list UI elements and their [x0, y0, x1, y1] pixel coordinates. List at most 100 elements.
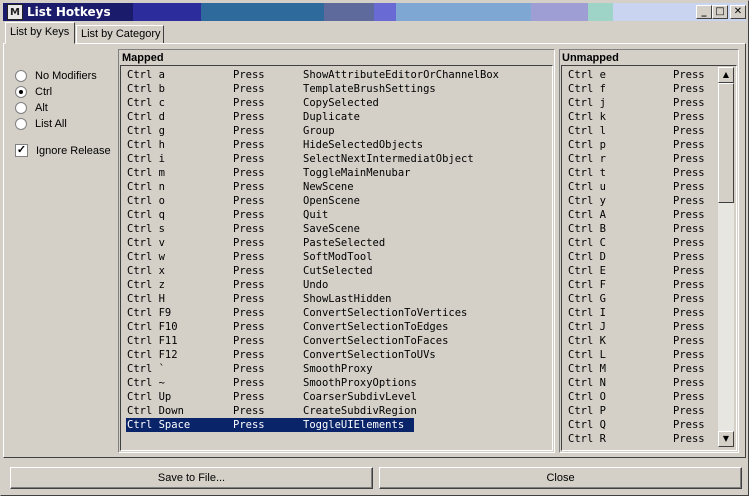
radio-ctrl[interactable]: Ctrl [15, 86, 52, 98]
row-command: Group [303, 125, 335, 137]
row-key: Ctrl l [568, 125, 606, 137]
radio-button[interactable] [15, 70, 27, 82]
row-key: Ctrl w [127, 251, 165, 263]
row-action: Press [673, 237, 705, 249]
row-key: Ctrl ` [127, 363, 165, 375]
row-action: Press [233, 391, 265, 403]
row-key: Ctrl B [568, 223, 606, 235]
row-command: NewScene [303, 181, 354, 193]
titlebar-segment [133, 3, 201, 21]
row-key: Ctrl b [127, 83, 165, 95]
row-key: Ctrl A [568, 209, 606, 221]
unmapped-list[interactable]: Ctrl e Press Ctrl f Press Ctrl j Press Ctrl k P… [561, 65, 737, 451]
radio-label: Ctrl [35, 86, 53, 98]
row-key: Ctrl Space [127, 419, 191, 431]
tab-list-by-category[interactable]: List by Category [76, 25, 164, 44]
row-key: Ctrl q [127, 209, 165, 221]
checkbox[interactable]: ✓ [15, 144, 28, 157]
radio-no-modifiers[interactable]: No Modifiers [15, 70, 97, 82]
row-action: Press [233, 237, 265, 249]
scroll-down-arrow-icon[interactable]: ▼ [718, 431, 734, 447]
scrollbar-thumb[interactable] [718, 83, 734, 203]
row-action: Press [233, 153, 265, 165]
row-action: Press [233, 349, 265, 361]
unmapped-scrollbar[interactable]: ▲ ▼ [718, 67, 734, 447]
row-action: Press [673, 251, 705, 263]
row-command: ShowAttributeEditorOrChannelBox [303, 69, 499, 81]
ignore-release-checkbox[interactable]: ✓ Ignore Release [15, 144, 111, 157]
row-action: Press [233, 321, 265, 333]
row-command: ConvertSelectionToEdges [303, 321, 449, 333]
row-action: Press [233, 251, 265, 263]
row-key: Ctrl Q [568, 419, 606, 431]
row-action: Press [673, 265, 705, 277]
row-key: Ctrl F [568, 279, 606, 291]
close-window-button[interactable]: ✕ [730, 5, 746, 19]
row-action: Press [233, 279, 265, 291]
row-key: Ctrl a [127, 69, 165, 81]
titlebar-segment [396, 3, 531, 21]
titlebar-segment [374, 3, 396, 21]
row-key: Ctrl s [127, 223, 165, 235]
row-action: Press [233, 405, 265, 417]
row-action: Press [233, 335, 265, 347]
row-key: Ctrl L [568, 349, 606, 361]
close-button[interactable]: Close [379, 467, 742, 489]
unmapped-header: Unmapped [562, 52, 619, 64]
row-command: ConvertSelectionToUVs [303, 349, 436, 361]
row-key: Ctrl F10 [127, 321, 178, 333]
row-key: Ctrl Down [127, 405, 184, 417]
radio-alt[interactable]: Alt [15, 102, 48, 114]
row-key: Ctrl F9 [127, 307, 172, 319]
row-command: ConvertSelectionToVertices [303, 307, 468, 319]
row-command: SoftModTool [303, 251, 373, 263]
row-key: Ctrl f [568, 83, 606, 95]
row-action: Press [673, 153, 705, 165]
row-action: Press [673, 307, 705, 319]
row-key: Ctrl E [568, 265, 606, 277]
row-action: Press [233, 83, 265, 95]
row-key: Ctrl R [568, 433, 606, 445]
row-key: Ctrl k [568, 111, 606, 123]
title-bar[interactable]: M List Hotkeys _ □ ✕ [3, 3, 746, 21]
row-action: Press [233, 293, 265, 305]
row-action: Press [673, 335, 705, 347]
row-action: Press [233, 125, 265, 137]
tab-list-by-keys[interactable]: List by Keys [5, 22, 75, 44]
row-action: Press [673, 377, 705, 389]
row-action: Press [233, 111, 265, 123]
row-action: Press [673, 433, 705, 445]
row-command: ShowLastHidden [303, 293, 392, 305]
row-command: CutSelected [303, 265, 373, 277]
scroll-up-arrow-icon[interactable]: ▲ [718, 67, 734, 83]
row-command: SelectNextIntermediatObject [303, 153, 474, 165]
row-action: Press [673, 69, 705, 81]
row-action: Press [233, 139, 265, 151]
row-action: Press [673, 83, 705, 95]
row-key: Ctrl G [568, 293, 606, 305]
radio-button[interactable] [15, 86, 27, 98]
row-action: Press [673, 349, 705, 361]
row-action: Press [673, 97, 705, 109]
radio-button[interactable] [15, 118, 27, 130]
maximize-button[interactable]: □ [712, 5, 728, 19]
row-action: Press [233, 363, 265, 375]
radio-button[interactable] [15, 102, 27, 114]
mapped-list[interactable]: Ctrl a Press ShowAttributeEditorOrChannelB… [120, 65, 553, 451]
row-key: Ctrl h [127, 139, 165, 151]
row-command: CreateSubdivRegion [303, 405, 417, 417]
row-command: CoarserSubdivLevel [303, 391, 417, 403]
row-key: Ctrl x [127, 265, 165, 277]
row-command: SmoothProxy [303, 363, 373, 375]
save-to-file-button[interactable]: Save to File... [10, 467, 373, 489]
row-key: Ctrl ~ [127, 377, 165, 389]
row-key: Ctrl M [568, 363, 606, 375]
list-hotkeys-window: M List Hotkeys _ □ ✕ List by Keys List b… [0, 0, 749, 496]
row-action: Press [233, 195, 265, 207]
row-action: Press [673, 125, 705, 137]
radio-list-all[interactable]: List All [15, 118, 67, 130]
row-action: Press [233, 167, 265, 179]
row-action: Press [673, 195, 705, 207]
minimize-button[interactable]: _ [696, 5, 712, 19]
row-key: Ctrl e [568, 69, 606, 81]
